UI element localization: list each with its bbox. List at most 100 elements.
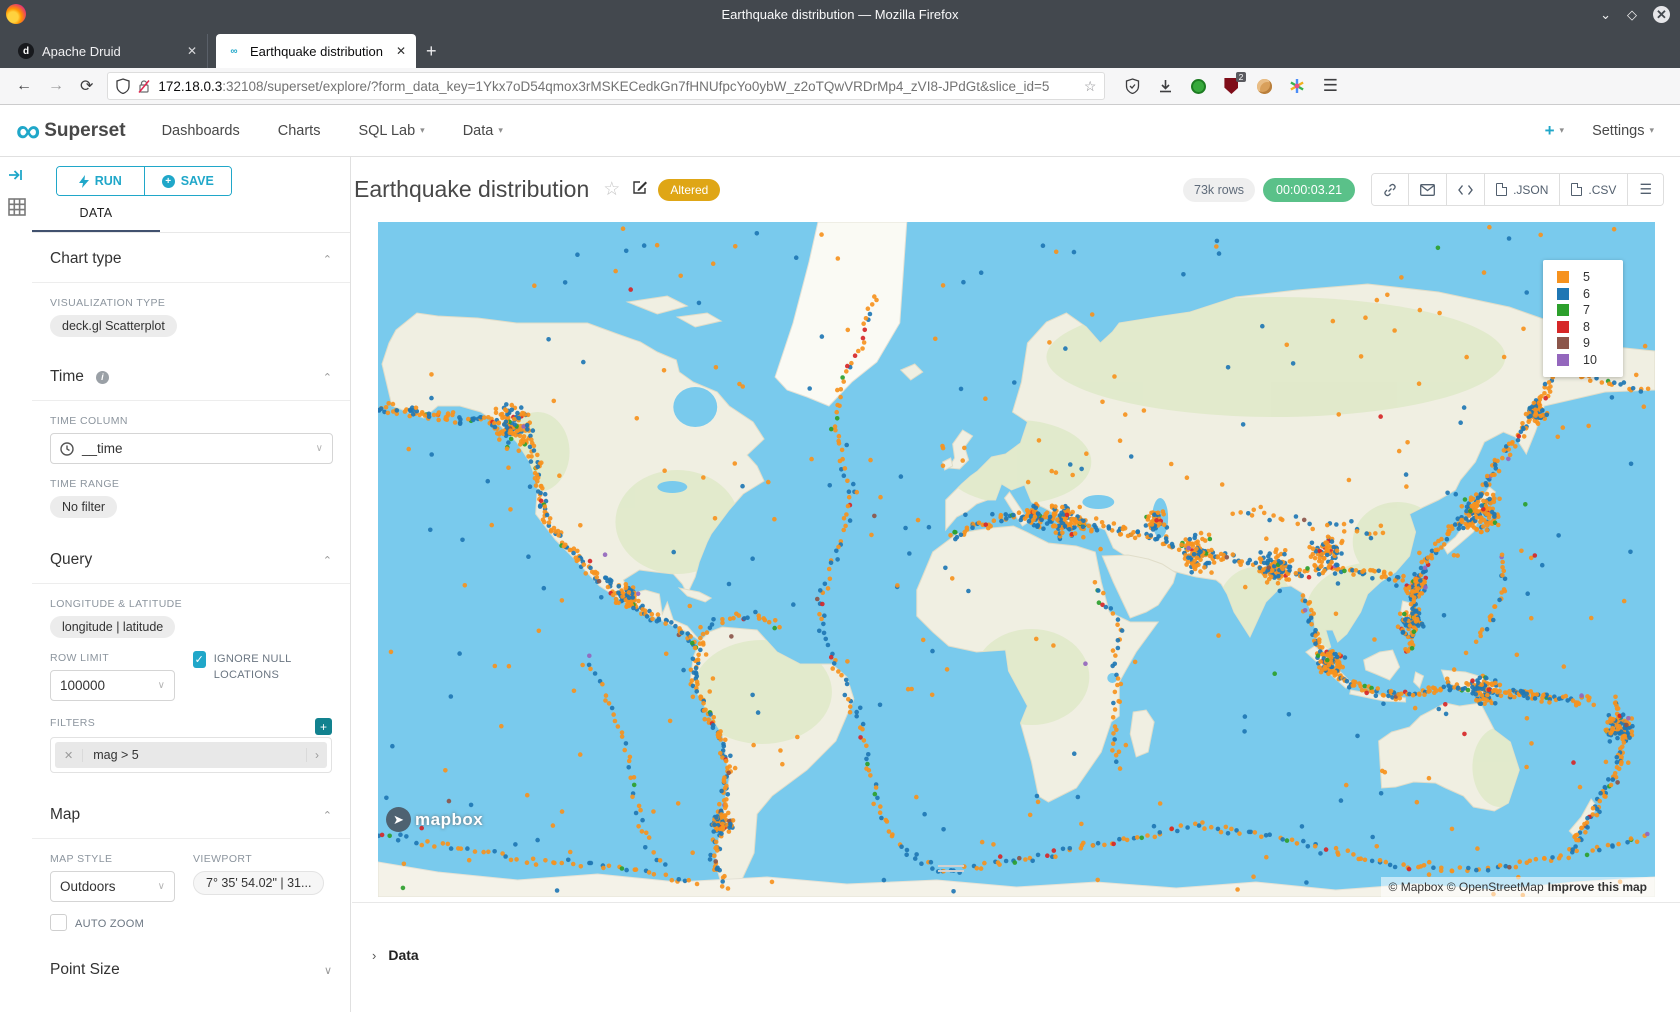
insecure-lock-icon[interactable] xyxy=(137,79,151,94)
window-maximize-icon[interactable]: ◇ xyxy=(1627,8,1637,21)
reload-icon[interactable]: ⟳ xyxy=(80,76,93,96)
superset-navbar: ∞ Superset Dashboards Charts SQL Lab▾ Da… xyxy=(0,105,1680,157)
legend-swatch xyxy=(1557,271,1569,283)
superset-logo[interactable]: ∞ Superset xyxy=(16,120,126,142)
chevron-right-icon[interactable]: › xyxy=(306,748,327,762)
checkbox-checked-icon[interactable]: ✓ xyxy=(193,651,206,668)
url-bar[interactable]: 172.18.0.3:32108/superset/explore/?form_… xyxy=(107,72,1105,100)
downloads-icon[interactable] xyxy=(1156,77,1174,95)
ignore-null-checkbox-row[interactable]: ✓ IGNORE NULL LOCATIONS xyxy=(193,651,323,683)
extension-green-icon[interactable] xyxy=(1189,77,1207,95)
url-text[interactable]: 172.18.0.3:32108/superset/explore/?form_… xyxy=(158,79,1076,94)
email-button[interactable] xyxy=(1408,174,1446,205)
file-icon xyxy=(1571,183,1582,196)
section-chart-type[interactable]: Chart type ⌃ xyxy=(50,233,332,282)
pinwheel-extension-icon[interactable] xyxy=(1288,77,1306,95)
superset-infinity-icon: ∞ xyxy=(16,121,38,141)
legend-entry[interactable]: 6 xyxy=(1557,286,1623,303)
map-style-select[interactable]: Outdoors ∨ xyxy=(50,871,175,902)
time-column-select[interactable]: __time ∨ xyxy=(50,433,333,464)
favorite-star-icon[interactable]: ☆ xyxy=(603,178,620,201)
nav-data[interactable]: Data▾ xyxy=(463,123,503,139)
tracking-shield-icon[interactable] xyxy=(1123,77,1141,95)
back-icon[interactable]: ← xyxy=(16,77,32,95)
tab-data[interactable]: DATA xyxy=(32,206,160,232)
run-button[interactable]: RUN xyxy=(57,167,144,195)
deckgl-map[interactable]: 5 678910 ➤ mapbox © Mapbox © OpenStreetMa… xyxy=(378,222,1655,897)
window-minimize-icon[interactable]: ⌄ xyxy=(1600,8,1611,21)
bookmark-star-icon[interactable]: ☆ xyxy=(1084,78,1097,95)
window-close-icon[interactable]: ✕ xyxy=(1653,6,1670,23)
nav-sql-lab[interactable]: SQL Lab▾ xyxy=(358,123,424,139)
chart-menu-button[interactable]: ☰ xyxy=(1627,174,1663,205)
row-limit-label: ROW LIMIT xyxy=(50,652,175,664)
edit-properties-icon[interactable] xyxy=(632,179,648,200)
attribution-text[interactable]: © Mapbox © OpenStreetMap xyxy=(1389,880,1544,894)
export-csv-button[interactable]: .CSV xyxy=(1559,174,1627,205)
legend-swatch xyxy=(1557,354,1569,366)
envelope-icon xyxy=(1420,184,1435,196)
explore-control-panel: RUN + SAVE DATA Chart type ⌃ VISUALIZATI… xyxy=(32,157,351,1012)
legend-entry[interactable]: 8 xyxy=(1557,319,1623,336)
time-range-pill[interactable]: No filter xyxy=(50,496,117,518)
filter-chip[interactable]: ✕ mag > 5 › xyxy=(55,742,327,768)
legend-entry[interactable]: 7 xyxy=(1557,302,1623,319)
legend-label: 5 xyxy=(1583,270,1590,284)
forward-icon[interactable]: → xyxy=(48,77,64,95)
auto-zoom-checkbox-row[interactable]: AUTO ZOOM xyxy=(50,914,175,932)
section-query[interactable]: Query ⌃ xyxy=(50,534,332,583)
legend-swatch xyxy=(1557,288,1569,300)
firefox-logo-icon xyxy=(6,4,26,24)
row-limit-select[interactable]: 100000 ∨ xyxy=(50,670,175,701)
filters-label: FILTERS xyxy=(50,717,95,729)
chart-container: Earthquake distribution ☆ Altered 73k ro… xyxy=(352,157,1680,1012)
section-point-size[interactable]: Point Size ∨ xyxy=(50,944,332,993)
dataset-grid-icon[interactable] xyxy=(8,198,32,221)
nav-charts[interactable]: Charts xyxy=(278,123,321,139)
resize-handle[interactable] xyxy=(938,865,964,875)
improve-map-link[interactable]: Improve this map xyxy=(1548,880,1647,894)
map-style-label: MAP STYLE xyxy=(50,853,175,865)
shield-permissions-icon[interactable] xyxy=(116,78,130,94)
viz-type-label: VISUALIZATION TYPE xyxy=(50,297,332,309)
lonlat-pill[interactable]: longitude | latitude xyxy=(50,616,175,638)
world-basemap xyxy=(378,222,1655,897)
tab-close-icon[interactable]: ✕ xyxy=(396,44,406,58)
tab-close-icon[interactable]: ✕ xyxy=(187,44,197,58)
ublock-shield-icon[interactable]: 2 xyxy=(1222,77,1240,95)
section-map[interactable]: Map ⌃ xyxy=(50,789,332,838)
save-button[interactable]: + SAVE xyxy=(144,167,232,195)
add-filter-button[interactable]: + xyxy=(315,718,332,735)
browser-tabbar: d Apache Druid ✕ ∞ Earthquake distributi… xyxy=(0,28,1680,68)
nav-dashboards[interactable]: Dashboards xyxy=(162,123,240,139)
legend-label: 10 xyxy=(1583,353,1597,367)
lonlat-label: LONGITUDE & LATITUDE xyxy=(50,598,332,610)
legend-entry[interactable]: 9 xyxy=(1557,335,1623,352)
checkbox-unchecked-icon[interactable] xyxy=(50,914,67,931)
chevron-down-icon: ∨ xyxy=(158,881,165,892)
embed-code-button[interactable] xyxy=(1446,174,1484,205)
tab-earthquake-distribution[interactable]: ∞ Earthquake distribution ✕ xyxy=(216,34,416,68)
time-column-label: TIME COLUMN xyxy=(50,415,332,427)
viewport-pill[interactable]: 7° 35' 54.02" | 31... xyxy=(193,871,324,895)
collapse-panel-icon[interactable] xyxy=(8,167,32,188)
new-tab-button[interactable]: + xyxy=(426,41,437,62)
legend-entry[interactable]: 10 xyxy=(1557,352,1623,369)
viewport-label: VIEWPORT xyxy=(193,853,324,865)
copy-link-button[interactable] xyxy=(1372,174,1408,205)
legend-entry[interactable]: 5 xyxy=(1557,269,1623,286)
legend-swatch xyxy=(1557,321,1569,333)
tab-apache-druid[interactable]: d Apache Druid ✕ xyxy=(8,34,208,68)
viz-type-pill[interactable]: deck.gl Scatterplot xyxy=(50,315,177,337)
mapbox-logo[interactable]: ➤ mapbox xyxy=(386,807,483,832)
remove-filter-icon[interactable]: ✕ xyxy=(55,749,83,762)
clock-icon xyxy=(60,442,74,456)
settings-menu[interactable]: Settings▾ xyxy=(1592,123,1654,139)
data-panel-toggle[interactable]: › Data xyxy=(372,947,419,963)
add-new-button[interactable]: +▾ xyxy=(1545,121,1564,141)
section-time[interactable]: Timei ⌃ xyxy=(50,351,332,400)
export-json-button[interactable]: .JSON xyxy=(1484,174,1559,205)
cookie-extension-icon[interactable] xyxy=(1255,77,1273,95)
plus-circle-icon: + xyxy=(162,175,175,188)
hamburger-menu-icon[interactable]: ☰ xyxy=(1321,77,1339,95)
